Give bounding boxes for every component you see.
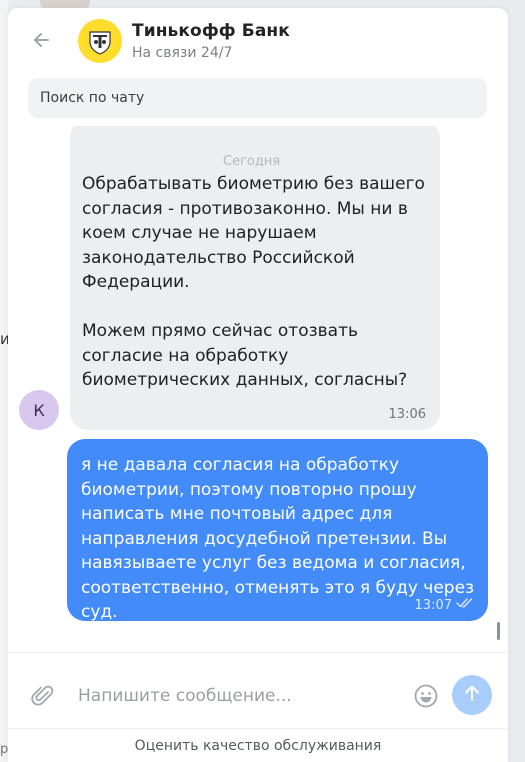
- chat-subtitle: На связи 24/7: [132, 45, 233, 61]
- message-input[interactable]: [76, 679, 400, 713]
- search-input[interactable]: [28, 78, 487, 118]
- incoming-message-time: 13:06: [388, 407, 426, 422]
- chat-title: Тинькофф Банк: [132, 21, 290, 41]
- outgoing-message-meta: 13:07: [415, 597, 474, 613]
- double-check-icon: [456, 597, 474, 613]
- outgoing-message-time: 13:07: [414, 597, 452, 613]
- incoming-message: Обрабатывать биометрию без вашего соглас…: [70, 126, 440, 430]
- background-panel: [0, 0, 8, 762]
- paperclip-icon[interactable]: [30, 683, 56, 709]
- message-feed[interactable]: Обрабатывать биометрию без вашего соглас…: [8, 126, 508, 650]
- emoji-icon[interactable]: [413, 683, 439, 709]
- send-button[interactable]: [452, 675, 492, 715]
- chat-widget: Тинькофф Банк На связи 24/7 Обрабатывать…: [8, 8, 508, 762]
- date-divider: Сегодня: [211, 152, 293, 171]
- tinkoff-emblem-icon: [78, 19, 122, 63]
- message-composer: [8, 652, 508, 729]
- rate-service-link[interactable]: Оценить качество обслуживания: [8, 728, 508, 762]
- avatar: К: [19, 390, 59, 430]
- scrollbar-thumb[interactable]: [497, 622, 500, 640]
- arrow-up-icon: [461, 682, 483, 708]
- incoming-message-text: Обрабатывать биометрию без вашего соглас…: [82, 174, 425, 390]
- chat-header: Тинькофф Банк На связи 24/7: [8, 8, 508, 76]
- arrow-left-icon[interactable]: [28, 26, 56, 54]
- outgoing-message: я не давала согласия на обработку биомет…: [67, 439, 488, 622]
